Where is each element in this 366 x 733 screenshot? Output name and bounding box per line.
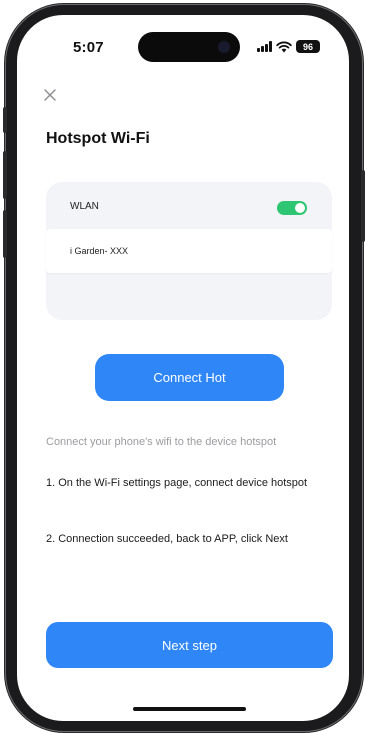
volume-up-button	[3, 151, 7, 199]
wlan-card: WLAN i Garden- XXX	[46, 182, 332, 320]
wlan-toggle[interactable]	[277, 201, 307, 215]
hotspot-ssid: i Garden- XXX	[70, 246, 129, 256]
battery-icon: 96	[296, 40, 320, 53]
page-title: Hotspot Wi-Fi	[46, 130, 150, 147]
home-indicator	[133, 707, 246, 711]
wifi-icon	[276, 41, 292, 52]
next-step-button[interactable]: Next step	[46, 622, 333, 668]
toggle-knob	[295, 203, 305, 213]
camera-icon	[218, 41, 230, 53]
status-icons: 96	[257, 40, 320, 53]
hotspot-ssid-row[interactable]: i Garden- XXX	[46, 229, 332, 273]
wlan-label: WLAN	[70, 201, 99, 212]
phone-screen: 5:07 96 Hotspot Wi-Fi WLAN i Garden- XXX	[17, 15, 349, 721]
instruction-step-2: 2. Connection succeeded, back to APP, cl…	[46, 533, 288, 545]
hotspot-hint: Connect your phone's wifi to the device …	[46, 436, 277, 448]
status-time: 5:07	[73, 39, 104, 56]
action-button	[3, 107, 7, 133]
volume-down-button	[3, 210, 7, 258]
close-icon[interactable]	[41, 86, 59, 104]
cellular-signal-icon	[257, 41, 272, 52]
power-button	[361, 170, 365, 242]
connect-hot-button[interactable]: Connect Hot	[95, 354, 284, 401]
instruction-step-1: 1. On the Wi-Fi settings page, connect d…	[46, 477, 308, 489]
dynamic-island	[138, 32, 240, 62]
status-bar: 5:07 96	[17, 15, 349, 75]
